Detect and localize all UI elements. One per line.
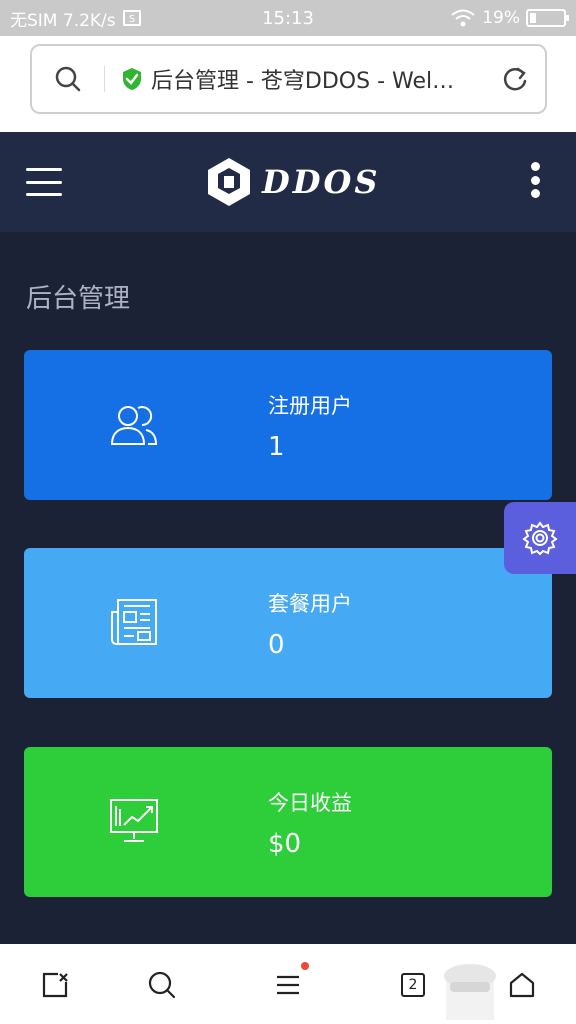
- address-bar[interactable]: 后台管理 - 苍穹DDOS - Wel…: [30, 44, 547, 114]
- card-value: 1: [268, 432, 285, 462]
- browser-bar: 后台管理 - 苍穹DDOS - Wel…: [0, 36, 576, 132]
- reload-icon[interactable]: [501, 65, 529, 93]
- home-icon: [509, 972, 535, 998]
- logo-mark-icon: [208, 158, 250, 206]
- status-bar: 无SIM 7.2K/s S 15:13 19%: [0, 0, 576, 36]
- stat-card-package-users[interactable]: 套餐用户 0: [24, 548, 552, 698]
- home-button[interactable]: [505, 968, 539, 1002]
- logo-text: DDOS: [262, 163, 381, 201]
- close-tab-icon: [42, 972, 68, 998]
- stat-card-registered-users[interactable]: 注册用户 1: [24, 350, 552, 500]
- status-right: 19%: [450, 8, 569, 28]
- search-icon[interactable]: [54, 65, 82, 93]
- status-left: 无SIM 7.2K/s S: [10, 6, 142, 31]
- notification-dot: [301, 962, 309, 970]
- card-value: 0: [268, 630, 285, 660]
- users-icon: [110, 406, 158, 445]
- card-value: $0: [268, 829, 302, 859]
- page-title: 后台管理: [26, 284, 131, 314]
- monitor-chart-icon: [110, 799, 158, 842]
- battery-percent: 19%: [482, 8, 520, 28]
- bottom-search-button[interactable]: [145, 968, 179, 1002]
- menu-button[interactable]: [271, 962, 309, 1002]
- card-label: 注册用户: [268, 394, 352, 418]
- sim-icon: S: [122, 10, 141, 26]
- battery-icon: [526, 9, 569, 27]
- wifi-icon: [451, 9, 475, 27]
- divider: [104, 66, 105, 92]
- gear-icon: [522, 521, 558, 556]
- close-tab-button[interactable]: [38, 968, 72, 1002]
- more-options-icon[interactable]: [530, 162, 540, 198]
- card-label: 今日收益: [268, 791, 352, 815]
- menu-icon: [277, 975, 299, 995]
- mascot-icon: [444, 964, 496, 1020]
- hamburger-menu-icon[interactable]: [26, 168, 62, 196]
- settings-button[interactable]: [504, 502, 576, 574]
- secure-shield-icon: [123, 68, 141, 90]
- search-icon: [148, 971, 176, 999]
- tab-count: 2: [401, 973, 425, 997]
- tabs-button[interactable]: 2: [396, 968, 430, 1002]
- logo[interactable]: DDOS: [204, 156, 380, 208]
- status-time: 15:13: [262, 7, 314, 29]
- card-label: 套餐用户: [268, 592, 352, 616]
- page-title-in-address-bar: 后台管理 - 苍穹DDOS - Wel…: [151, 69, 455, 94]
- network-status-text: 无SIM 7.2K/s: [10, 10, 116, 31]
- stat-card-today-revenue[interactable]: 今日收益 $0: [24, 747, 552, 897]
- svg-text:S: S: [128, 14, 134, 25]
- newspaper-icon: [111, 599, 157, 645]
- app-header: DDOS: [0, 132, 576, 232]
- browser-bottom-bar: 2: [0, 944, 576, 1024]
